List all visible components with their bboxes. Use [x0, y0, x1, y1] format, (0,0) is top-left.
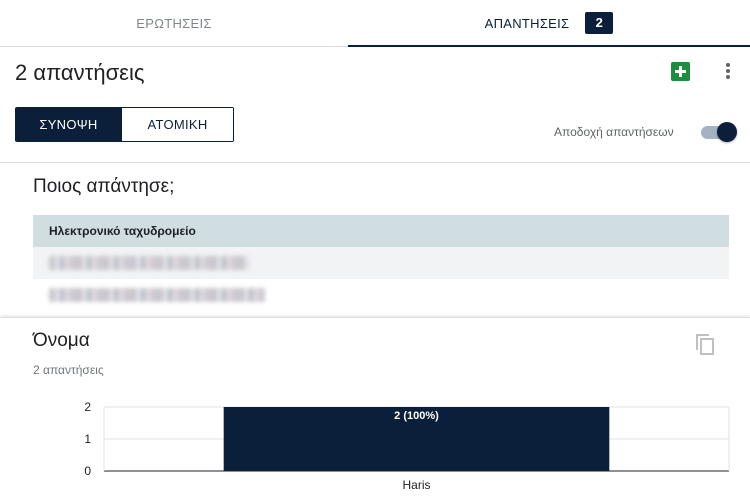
individual-view-button[interactable]: ΑΤΟΜΙΚΗ [121, 108, 233, 141]
bar-data-label: 2 (100%) [394, 410, 439, 422]
tab-bar: ΕΡΩΤΗΣΕΙΣ ΑΠΑΝΤΗΣΕΙΣ 2 [0, 0, 750, 47]
table-row [33, 279, 729, 311]
accepting-responses-label: Αποδοχή απαντήσεων [554, 125, 674, 139]
page-title: 2 απαντήσεις [15, 60, 145, 85]
who-responded-title: Ποιος απάντησε; [33, 176, 175, 197]
name-question-card: Όνομα 2 απαντήσεις 0122 (100%) Haris [0, 317, 750, 501]
email-table: Ηλεκτρονικό ταχυδρομείο [33, 215, 729, 311]
tab-responses[interactable]: ΑΠΑΝΤΗΣΕΙΣ 2 [348, 0, 750, 46]
y-tick-label: 0 [84, 464, 91, 478]
tab-responses-label: ΑΠΑΝΤΗΣΕΙΣ [484, 15, 570, 31]
y-tick-label: 2 [84, 400, 91, 414]
toggle-knob [717, 122, 737, 142]
table-row [33, 247, 729, 279]
summary-view-button[interactable]: ΣΥΝΟΨΗ [16, 108, 121, 141]
divider [0, 162, 750, 163]
tab-questions-label: ΕΡΩΤΗΣΕΙΣ [136, 15, 212, 31]
redacted-email [49, 288, 265, 302]
responses-count-badge: 2 [585, 12, 614, 34]
sheets-icon[interactable] [671, 62, 690, 81]
accepting-responses-toggle[interactable] [699, 122, 737, 142]
email-column-header: Ηλεκτρονικό ταχυδρομείο [33, 215, 729, 247]
view-toggle: ΣΥΝΟΨΗ ΑΤΟΜΙΚΗ [15, 107, 234, 142]
bar-chart: 0 1 2 2 (100%) Haris [84, 400, 730, 492]
x-tick-label: Haris [402, 478, 430, 492]
active-tab-indicator [348, 45, 750, 47]
tab-questions[interactable]: ΕΡΩΤΗΣΕΙΣ [0, 0, 348, 46]
y-tick-label: 1 [84, 432, 91, 446]
more-options-icon[interactable] [722, 60, 734, 82]
redacted-email [49, 256, 249, 270]
